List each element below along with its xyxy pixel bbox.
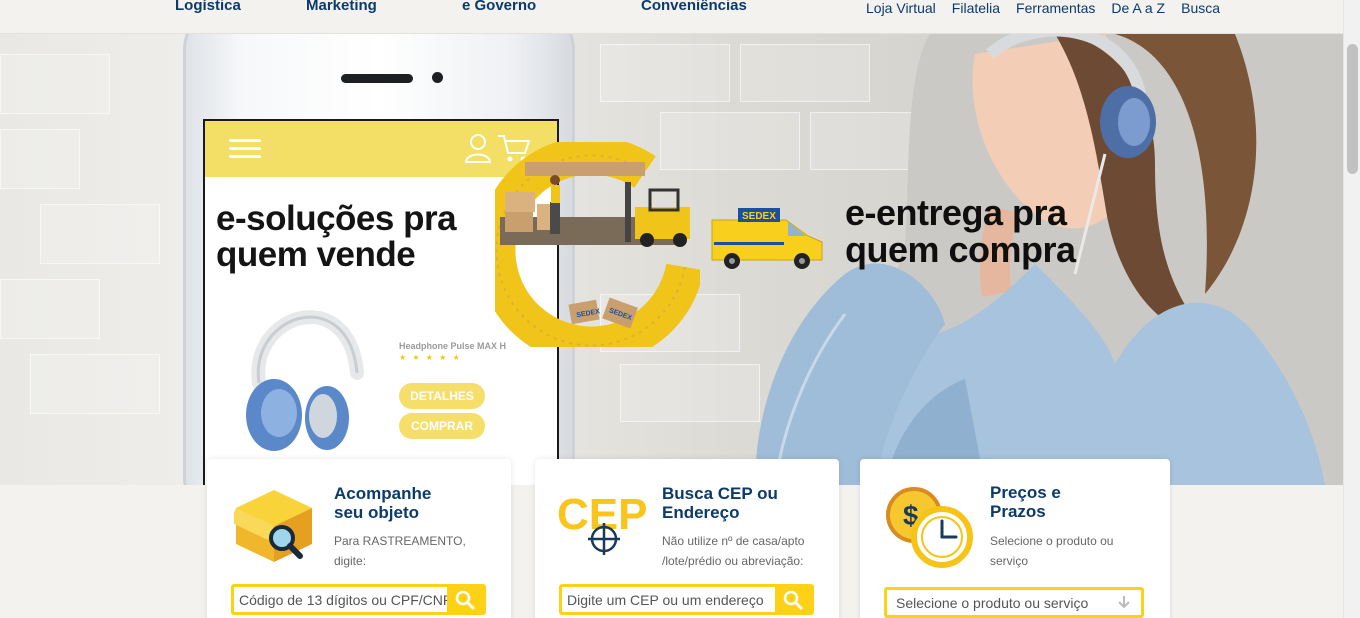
cep-search-button[interactable] xyxy=(775,587,811,612)
prices-card: $ Preços e Prazos Selecione o produto ou… xyxy=(860,459,1170,618)
nav-de-a-a-z[interactable]: De A a Z xyxy=(1111,0,1165,16)
phone-camera xyxy=(432,72,443,83)
headphone-illustration xyxy=(246,310,364,451)
wall-brick xyxy=(30,354,160,414)
price-time-icon: $ xyxy=(886,487,973,568)
hero-banner[interactable]: e-soluções pra quem vende Headphone Puls… xyxy=(0,34,1343,485)
wall-brick xyxy=(0,129,80,189)
tracking-search-button[interactable] xyxy=(447,587,483,612)
nav-conveniencias[interactable]: Conveniências xyxy=(641,0,747,14)
wall-brick xyxy=(600,44,730,102)
utility-navigation: Loja Virtual Filatelia Ferramentas De A … xyxy=(866,0,1220,16)
cep-card: CEP Busca CEP ou Endereço Não utilize nº… xyxy=(535,459,839,618)
hero-right-title: e-entrega pra quem compra xyxy=(845,192,1076,270)
menu-icon xyxy=(229,139,261,159)
e-emblem-warehouse: SEDEX SEDEX xyxy=(495,142,700,347)
tracking-card: Acompanhe seu objeto Para RASTREAMENTO, … xyxy=(207,459,511,618)
product-name: Headphone Pulse MAX H xyxy=(399,341,507,351)
search-icon xyxy=(783,590,803,609)
tracking-input[interactable] xyxy=(234,587,447,612)
product-rating: ★ ★ ★ ★ ★ xyxy=(399,353,462,362)
nav-filatelia[interactable]: Filatelia xyxy=(952,0,1000,16)
wall-brick xyxy=(0,279,100,339)
cep-title: Busca CEP ou Endereço xyxy=(662,484,778,522)
prices-title: Preços e Prazos xyxy=(990,483,1061,521)
page: Logística Marketing e Governo Conveniênc… xyxy=(0,0,1360,618)
tracking-subtitle: Para RASTREAMENTO, digite: xyxy=(334,534,466,568)
nav-marketing[interactable]: Marketing xyxy=(306,0,377,14)
nav-loja-virtual[interactable]: Loja Virtual xyxy=(866,0,936,16)
cep-logo-icon: CEP xyxy=(557,490,647,555)
nav-ferramentas[interactable]: Ferramentas xyxy=(1016,0,1095,16)
nav-e-governo[interactable]: e Governo xyxy=(462,0,536,14)
tracking-title: Acompanhe seu objeto xyxy=(334,484,432,522)
prices-subtitle: Selecione o produto ou serviço xyxy=(990,534,1114,568)
hero-left-title: e-soluções pra quem vende xyxy=(216,199,457,274)
tracking-search xyxy=(231,584,486,615)
scrollbar-thumb[interactable] xyxy=(1347,44,1358,174)
top-navigation: Logística Marketing e Governo Conveniênc… xyxy=(0,0,1343,34)
cep-subtitle: Não utilize nº de casa/apto /lote/prédio… xyxy=(662,534,805,568)
service-select-value: Selecione o produto ou serviço xyxy=(896,595,1089,611)
comprar-button[interactable]: COMPRAR xyxy=(399,413,485,439)
svg-text:CEP: CEP xyxy=(557,490,647,539)
cep-input[interactable] xyxy=(562,587,775,612)
search-icon xyxy=(455,590,475,609)
cep-search xyxy=(559,584,814,615)
user-icon xyxy=(465,134,491,163)
wall-brick xyxy=(40,204,160,264)
nav-busca[interactable]: Busca xyxy=(1181,0,1220,16)
arrow-down-icon xyxy=(1118,596,1130,609)
page-scrollbar[interactable] xyxy=(1343,0,1360,618)
phone-speaker xyxy=(341,74,413,83)
package-search-icon xyxy=(234,490,312,562)
wall-brick xyxy=(0,54,110,114)
service-select[interactable]: Selecione o produto ou serviço xyxy=(884,587,1144,618)
nav-logistica[interactable]: Logística xyxy=(175,0,241,14)
detalhes-button[interactable]: DETALHES xyxy=(399,383,485,409)
